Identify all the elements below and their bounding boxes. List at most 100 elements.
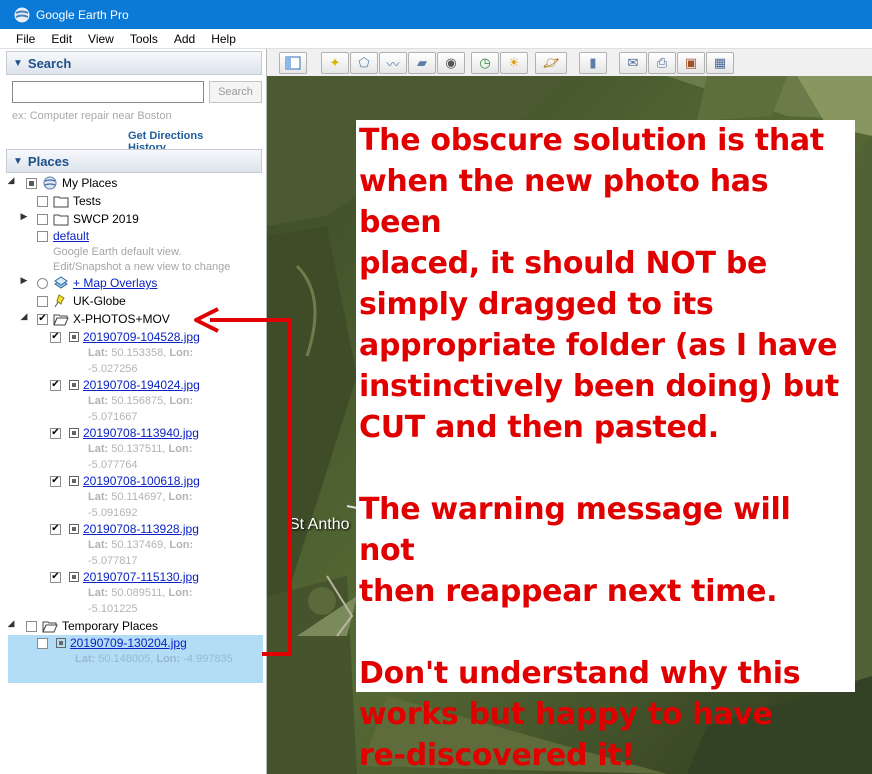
photo-item[interactable]: ✔ 20190707-115130.jpg: [50, 569, 199, 585]
checkbox[interactable]: [37, 213, 48, 225]
collapsed-arrow-icon[interactable]: ▶: [19, 211, 29, 222]
menu-edit[interactable]: Edit: [41, 32, 78, 46]
sun-icon: ☀: [508, 55, 520, 70]
places-tree: ◢ My Places Tests ▶ SWCP 2019 default Go…: [0, 171, 263, 774]
photo-link[interactable]: 20190709-104528.jpg: [83, 330, 200, 344]
folder-icon: [53, 214, 69, 226]
globe-icon: [43, 176, 57, 190]
places-section-header[interactable]: ▼ Places: [6, 149, 262, 173]
photo-link[interactable]: 20190708-100618.jpg: [83, 474, 200, 488]
checkbox[interactable]: [37, 295, 48, 307]
add-placemark-button[interactable]: ✦: [321, 52, 349, 74]
print-icon: ⎙: [656, 55, 668, 70]
collapsed-arrow-icon[interactable]: ▶: [19, 275, 29, 286]
radio-button[interactable]: [37, 277, 48, 289]
clock-icon: ◷: [479, 55, 491, 70]
switch-planet-button[interactable]: 🪐︎: [535, 52, 567, 74]
tree-item-label: X-PHOTOS+MOV: [73, 312, 170, 326]
ruler-button[interactable]: ▮: [579, 52, 607, 74]
menu-help[interactable]: Help: [201, 32, 242, 46]
menu-file[interactable]: File: [0, 32, 41, 46]
search-section-header[interactable]: ▼ Search: [6, 51, 262, 75]
tree-item-default[interactable]: default: [37, 228, 89, 244]
tree-item-my-places[interactable]: My Places: [26, 175, 117, 191]
folder-icon: [53, 196, 69, 208]
photo-item[interactable]: ✔ 20190708-113928.jpg: [50, 521, 199, 537]
annotation-line: The warning message will not: [359, 492, 791, 568]
checkbox[interactable]: [37, 230, 48, 242]
checkbox-checked[interactable]: ✔: [50, 571, 61, 583]
checkbox[interactable]: [26, 620, 37, 632]
menu-add[interactable]: Add: [164, 32, 201, 46]
checkbox-checked[interactable]: ✔: [50, 379, 61, 391]
checkbox[interactable]: [26, 177, 37, 189]
photo-link[interactable]: 20190707-115130.jpg: [83, 570, 199, 584]
tree-item-tests[interactable]: Tests: [37, 193, 101, 209]
view-in-maps-button[interactable]: ▦: [706, 52, 734, 74]
tree-item-label[interactable]: + Map Overlays: [73, 276, 157, 290]
checkbox-checked[interactable]: ✔: [37, 313, 48, 325]
photo-link[interactable]: 20190708-194024.jpg: [83, 378, 200, 392]
tree-item-label: SWCP 2019: [73, 212, 139, 226]
photo-item[interactable]: ✔ 20190708-100618.jpg: [50, 473, 200, 489]
print-button[interactable]: ⎙: [648, 52, 676, 74]
photo-item[interactable]: ✔ 20190708-194024.jpg: [50, 377, 200, 393]
email-button[interactable]: ✉: [619, 52, 647, 74]
window-title: Google Earth Pro: [36, 7, 129, 22]
checkbox-checked[interactable]: ✔: [50, 331, 61, 343]
photo-link[interactable]: 20190708-113928.jpg: [83, 522, 199, 536]
map-place-label: St Antho: [289, 516, 350, 533]
photo-link[interactable]: 20190708-113940.jpg: [83, 426, 199, 440]
sidebar-toggle-button[interactable]: [279, 52, 307, 74]
sidebar: ▼ Search Search ex: Computer repair near…: [0, 49, 267, 774]
checkbox-checked[interactable]: ✔: [50, 523, 61, 535]
tree-item-swcp[interactable]: SWCP 2019: [37, 211, 139, 227]
tree-item-map-overlays[interactable]: + Map Overlays: [37, 275, 157, 291]
add-image-overlay-button[interactable]: ▰: [408, 52, 436, 74]
search-header-label: Search: [27, 55, 72, 71]
expand-arrow-icon[interactable]: ◢: [6, 175, 16, 186]
temp-photo-item[interactable]: 20190709-130204.jpg: [37, 635, 187, 651]
photo-coordinates: Lat: 50.137469, Lon: -5.077817: [88, 539, 194, 567]
tree-item-label: Tests: [73, 194, 102, 208]
get-directions-link[interactable]: Get Directions: [128, 130, 203, 142]
photo-placemark-icon: [56, 638, 66, 648]
search-button[interactable]: Search: [209, 81, 262, 103]
expand-arrow-icon[interactable]: ◢: [19, 311, 29, 322]
map-icon: ▦: [713, 55, 727, 70]
places-header-label: Places: [27, 153, 70, 169]
photo-item[interactable]: ✔ 20190709-104528.jpg: [50, 329, 200, 345]
collapse-triangle-icon: ▼: [13, 57, 23, 69]
tree-item-uk-globe[interactable]: UK-Globe: [37, 293, 126, 309]
search-placeholder-hint: ex: Computer repair near Boston: [12, 110, 172, 122]
default-view-link[interactable]: default: [53, 229, 89, 243]
record-tour-button[interactable]: ◉: [437, 52, 465, 74]
photo-coordinates: Lat: 50.153358, Lon: -5.027256: [88, 347, 194, 375]
open-folder-icon: [53, 314, 69, 326]
checkbox-checked[interactable]: ✔: [50, 475, 61, 487]
add-path-button[interactable]: 〰: [379, 52, 407, 74]
layers-icon: [54, 276, 68, 289]
checkbox-checked[interactable]: ✔: [50, 427, 61, 439]
photo-placemark-icon: [69, 476, 79, 486]
search-input[interactable]: [12, 81, 204, 103]
photo-item[interactable]: ✔ 20190708-113940.jpg: [50, 425, 199, 441]
sunlight-button[interactable]: ☀: [500, 52, 528, 74]
annotation-line: simply dragged to its: [359, 287, 714, 322]
menu-tools[interactable]: Tools: [120, 32, 164, 46]
save-image-button[interactable]: ▣: [677, 52, 705, 74]
photo-coordinates: Lat: 50.114697, Lon: -5.091692: [88, 491, 193, 519]
email-icon: ✉: [627, 55, 639, 70]
add-polygon-button[interactable]: ⬠: [350, 52, 378, 74]
ruler-icon: ▮: [589, 55, 597, 70]
photo-link[interactable]: 20190709-130204.jpg: [70, 636, 187, 650]
checkbox[interactable]: [37, 637, 48, 649]
planet-icon: 🪐︎: [542, 55, 560, 70]
tree-item-temporary-places[interactable]: Temporary Places: [26, 618, 158, 634]
menu-view[interactable]: View: [78, 32, 120, 46]
historical-imagery-button[interactable]: ◷: [471, 52, 499, 74]
annotation-line: re-discovered it!: [359, 738, 635, 773]
expand-arrow-icon[interactable]: ◢: [6, 618, 16, 629]
tree-item-x-photos[interactable]: ✔ X-PHOTOS+MOV: [37, 311, 170, 327]
checkbox[interactable]: [37, 195, 48, 207]
